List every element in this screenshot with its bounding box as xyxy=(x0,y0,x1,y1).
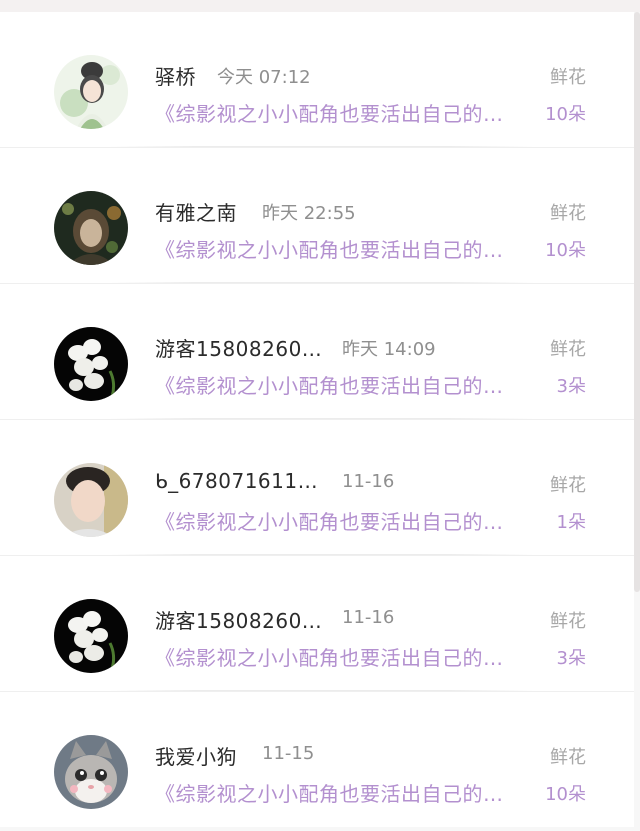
timestamp: 11-15 xyxy=(262,743,315,764)
orchid-flower-avatar-icon xyxy=(54,599,128,673)
book-title-link[interactable]: 《综影视之小小配角也要活出自己的… xyxy=(155,642,504,671)
timestamp: 昨天 14:09 xyxy=(342,339,436,360)
avatar[interactable] xyxy=(54,735,128,809)
book-title-link[interactable]: 《综影视之小小配角也要活出自己的… xyxy=(155,506,504,535)
user-name[interactable]: 驿桥 xyxy=(155,61,196,90)
illustrated-woman-avatar-icon xyxy=(54,55,128,129)
gift-type-label: 鲜花 xyxy=(550,747,586,768)
scrollbar[interactable] xyxy=(634,12,640,592)
user-name[interactable]: 我爱小狗 xyxy=(155,741,237,770)
gift-type-label: 鲜花 xyxy=(550,611,586,632)
gift-count: 10朵 xyxy=(545,784,586,805)
gift-count: 3朵 xyxy=(556,376,586,397)
timestamp: 今天 07:12 xyxy=(217,67,311,88)
book-title-link[interactable]: 《综影视之小小配角也要活出自己的… xyxy=(155,234,504,263)
gift-count: 10朵 xyxy=(545,240,586,261)
book-title-link[interactable]: 《综影视之小小配角也要活出自己的… xyxy=(155,370,504,399)
fantasy-portrait-avatar-icon xyxy=(54,191,128,265)
gift-type-label: 鲜花 xyxy=(550,67,586,88)
cat-avatar-icon xyxy=(54,735,128,809)
user-name[interactable]: ᑲ_678071611… xyxy=(155,469,318,493)
gift-type-label: 鲜花 xyxy=(550,203,586,224)
book-title-link[interactable]: 《综影视之小小配角也要活出自己的… xyxy=(155,778,504,807)
timestamp: 11-16 xyxy=(342,607,395,628)
avatar[interactable] xyxy=(54,55,128,129)
orchid-flower-avatar-icon xyxy=(54,327,128,401)
list-item[interactable]: 有雅之南 昨天 22:55 《综影视之小小配角也要活出自己的… 鲜花 10朵 xyxy=(0,147,634,283)
user-photo-avatar-icon xyxy=(54,463,128,537)
list-item[interactable]: 游客15808260… 昨天 14:09 《综影视之小小配角也要活出自己的… 鲜… xyxy=(0,283,634,419)
user-name[interactable]: 有雅之南 xyxy=(155,197,237,226)
avatar[interactable] xyxy=(54,327,128,401)
user-name[interactable]: 游客15808260… xyxy=(155,333,322,362)
timestamp: 11-16 xyxy=(342,471,395,492)
avatar[interactable] xyxy=(54,463,128,537)
top-status-bar xyxy=(0,0,640,12)
list-item[interactable]: 驿桥 今天 07:12 《综影视之小小配角也要活出自己的… 鲜花 10朵 xyxy=(0,12,634,147)
user-name[interactable]: 游客15808260… xyxy=(155,605,322,634)
book-title-link[interactable]: 《综影视之小小配角也要活出自己的… xyxy=(155,98,504,127)
gift-type-label: 鲜花 xyxy=(550,339,586,360)
list-item[interactable]: 我爱小狗 11-15 《综影视之小小配角也要活出自己的… 鲜花 10朵 xyxy=(0,691,634,827)
gift-count: 1朵 xyxy=(556,512,586,533)
gift-type-label: 鲜花 xyxy=(550,475,586,496)
list-item[interactable]: ᑲ_678071611… 11-16 《综影视之小小配角也要活出自己的… 鲜花 … xyxy=(0,419,634,555)
avatar[interactable] xyxy=(54,599,128,673)
gift-count: 3朵 xyxy=(556,648,586,669)
avatar[interactable] xyxy=(54,191,128,265)
gift-record-list: 驿桥 今天 07:12 《综影视之小小配角也要活出自己的… 鲜花 10朵 有雅之… xyxy=(0,12,634,827)
gift-count: 10朵 xyxy=(545,104,586,125)
list-item[interactable]: 游客15808260… 11-16 《综影视之小小配角也要活出自己的… 鲜花 3… xyxy=(0,555,634,691)
timestamp: 昨天 22:55 xyxy=(262,203,356,224)
